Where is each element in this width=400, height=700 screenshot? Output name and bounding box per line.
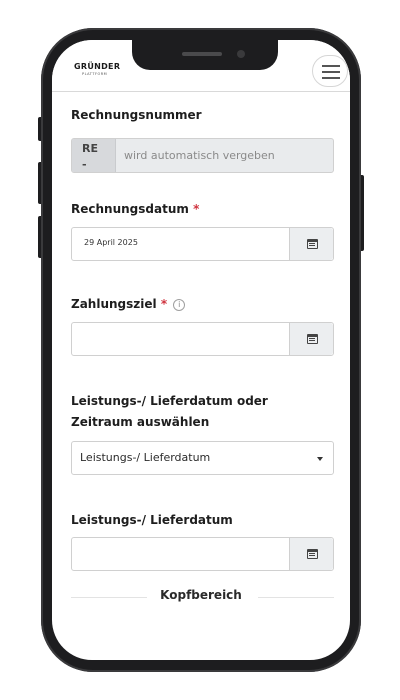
required-mark: * bbox=[160, 297, 168, 311]
leistungsdatum-calendar-button[interactable] bbox=[289, 538, 333, 570]
calendar-icon bbox=[307, 549, 318, 559]
logo-subtext: PLATTFORM bbox=[82, 72, 108, 76]
rechnungsdatum-calendar-button[interactable] bbox=[289, 228, 333, 260]
hamburger-icon-bar bbox=[322, 77, 340, 79]
gruender-logo[interactable]: GRÜNDER PLATTFORM bbox=[74, 62, 120, 76]
info-icon[interactable]: i bbox=[173, 299, 186, 311]
rechnungsdatum-value: 29 April 2025 bbox=[84, 238, 138, 247]
leistung-choice-value: Leistungs-/ Lieferdatum bbox=[80, 451, 211, 464]
hamburger-menu-button[interactable] bbox=[312, 55, 348, 87]
leistung-choice-label: Leistungs-/ Lieferdatum oder Zeitraum au… bbox=[71, 394, 268, 429]
rechnungsnummer-prefix: RE - bbox=[72, 139, 116, 172]
zahlungsziel-calendar-button[interactable] bbox=[289, 323, 333, 355]
rechnungsdatum-field[interactable]: 29 April 2025 bbox=[71, 227, 334, 261]
logo-text: GRÜNDER bbox=[74, 62, 121, 71]
phone-screen: GRÜNDER PLATTFORM Rechnungsnummer RE - w… bbox=[52, 40, 350, 660]
hamburger-icon-bar bbox=[322, 71, 340, 73]
leistungsdatum-field[interactable] bbox=[71, 537, 334, 571]
prefix-text: RE bbox=[82, 142, 98, 155]
zahlungsziel-label: Zahlungsziel * i bbox=[71, 297, 186, 311]
prefix-dash: - bbox=[82, 158, 87, 171]
speaker-icon bbox=[182, 52, 222, 56]
hamburger-icon-bar bbox=[322, 65, 340, 67]
chevron-down-icon bbox=[317, 457, 323, 461]
rechnungsnummer-label: Rechnungsnummer bbox=[71, 108, 202, 122]
required-mark: * bbox=[193, 202, 200, 216]
zahlungsziel-field[interactable] bbox=[71, 322, 334, 356]
rechnungsnummer-field: RE - wird automatisch vergeben bbox=[71, 138, 334, 173]
rechnungsdatum-label-text: Rechnungsdatum bbox=[71, 202, 189, 216]
leistung-choice-select[interactable]: Leistungs-/ Lieferdatum bbox=[71, 441, 334, 475]
rechnungsnummer-placeholder: wird automatisch vergeben bbox=[124, 149, 275, 162]
rechnungsdatum-label: Rechnungsdatum * bbox=[71, 202, 199, 216]
camera-icon bbox=[237, 50, 245, 58]
calendar-icon bbox=[307, 334, 318, 344]
leistungsdatum-label: Leistungs-/ Lieferdatum bbox=[71, 513, 233, 527]
zahlungsziel-label-text: Zahlungsziel bbox=[71, 297, 157, 311]
section-title-kopfbereich: Kopfbereich bbox=[160, 588, 242, 602]
calendar-icon bbox=[307, 239, 318, 249]
phone-notch bbox=[132, 40, 278, 70]
